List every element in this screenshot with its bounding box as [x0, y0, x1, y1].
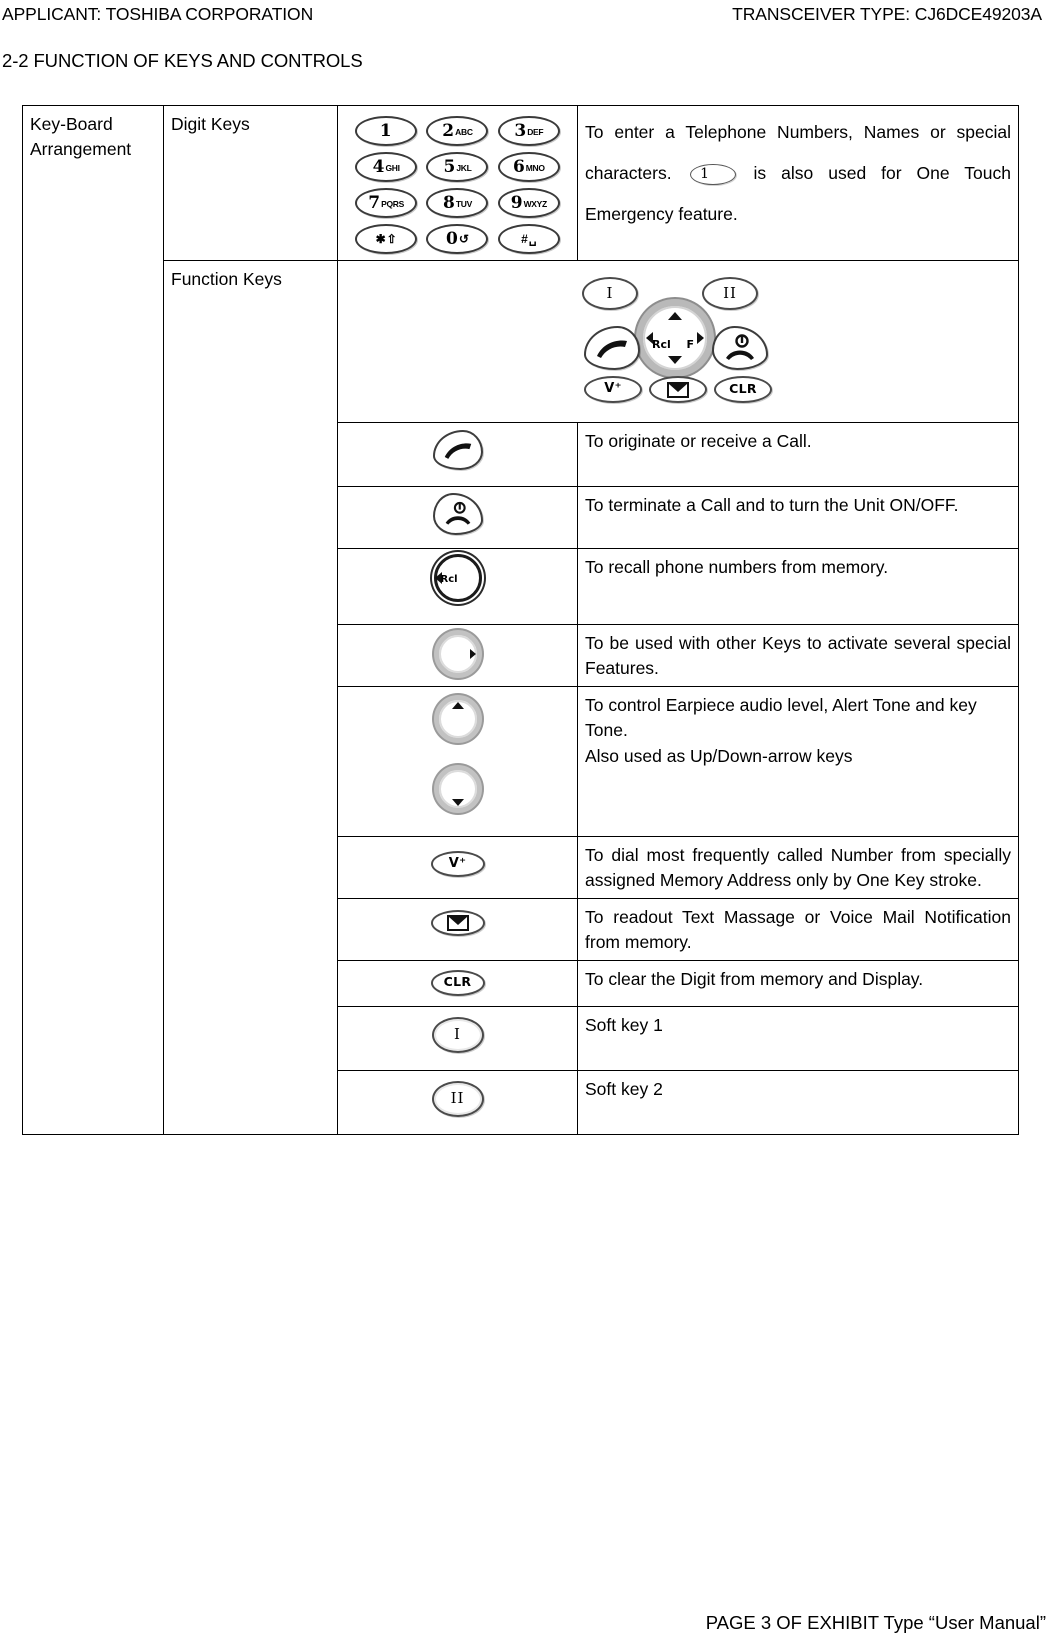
row-description: To terminate a Call and to turn the Unit…: [577, 486, 1019, 549]
table-row: Key-Board Arrangement Digit Keys 1 2 ABC…: [22, 105, 1019, 1135]
nav-right-arrow-icon: [469, 649, 476, 659]
function-keys-illustration: I II Rcl F V⁺ CLR: [337, 260, 1019, 423]
key-2-icon: 2 ABC: [426, 116, 489, 146]
key-8-icon: 8 TUV: [426, 188, 489, 218]
row-icon-function-key: [337, 624, 578, 687]
function-key-icon: [433, 630, 482, 678]
key-hash-icon: # ␣: [497, 224, 560, 254]
function-key-cluster: I II Rcl F V⁺ CLR: [578, 271, 778, 416]
key-6-icon: 6 MNO: [497, 152, 560, 182]
envelope-icon: [667, 381, 689, 398]
digit-keys-description: To enter a Telephone Numbers, Names or s…: [577, 105, 1019, 261]
row-description: To recall phone numbers from memory.: [577, 548, 1019, 625]
key-9-icon: 9 WXYZ: [497, 188, 560, 218]
send-key-icon: [432, 430, 483, 470]
soft-key-1-icon: I: [431, 1016, 484, 1053]
message-key-icon: [649, 376, 707, 403]
row-icon-message-key: [337, 897, 578, 961]
row-icon-send-key: [337, 422, 578, 487]
row-icon-voice-dial-key: V⁺: [337, 836, 578, 899]
nav-function-label: F: [686, 338, 694, 351]
key-3-icon: 3 DEF: [497, 116, 560, 146]
nav-down-arrow-icon: [668, 356, 682, 364]
row-icon-up-down-arrow-keys: [337, 686, 578, 837]
row-icon-recall-key: Rcl: [337, 548, 578, 625]
row-description: To originate or receive a Call.: [577, 422, 1019, 487]
soft-key-2-icon: II: [702, 277, 758, 310]
nav-down-arrow-icon: [451, 799, 464, 806]
row-icon-clear-key: CLR: [337, 959, 578, 1007]
nav-up-arrow-icon: [668, 312, 682, 320]
row-description: To control Earpiece audio level, Alert T…: [577, 686, 1019, 837]
nav-recall-label: Rcl: [652, 338, 671, 351]
applicant-text: APPLICANT: TOSHIBA CORPORATION: [2, 4, 314, 24]
row-description: To readout Text Massage or Voice Mail No…: [577, 897, 1019, 961]
recall-key-icon: Rcl: [433, 554, 482, 602]
keys-and-controls-table: Key-Board Arrangement Digit Keys 1 2 ABC…: [22, 105, 1019, 1135]
down-arrow-key-icon: [433, 765, 482, 813]
row-description: To be used with other Keys to activate s…: [577, 624, 1019, 687]
key-4-icon: 4 GHI: [355, 152, 418, 182]
clear-key-icon: CLR: [714, 376, 772, 403]
message-key-icon: [430, 909, 485, 936]
row-description: To dial most frequently called Number fr…: [577, 836, 1019, 899]
key-0-icon: 0 ↺: [426, 224, 489, 254]
category-cell: Key-Board Arrangement: [22, 105, 164, 1135]
row-description: Soft key 2: [577, 1069, 1019, 1135]
transceiver-type-text: TRANSCEIVER TYPE: CJ6DCE49203A: [732, 4, 1042, 24]
row-icon-end-power-key: [337, 486, 578, 549]
envelope-icon: [446, 914, 469, 931]
voice-dial-key-icon: V⁺: [584, 376, 642, 403]
navigation-ring-icon: Rcl F: [636, 299, 714, 377]
key-star-icon: ✱ ⇧: [355, 224, 418, 254]
end-power-key-icon: [712, 326, 768, 370]
key-5-icon: 5 JKL: [426, 152, 489, 182]
up-arrow-key-icon: [433, 695, 482, 743]
group-cell-digit-keys: Digit Keys: [163, 105, 338, 261]
row-icon-soft-key-2: II: [337, 1069, 578, 1135]
digit-keypad-illustration: 1 2 ABC 3 DEF 4 GHI 5 JKL 6 MNO 7 PQRS 8…: [337, 105, 578, 261]
voice-dial-key-icon: V⁺: [430, 851, 485, 877]
group-cell-function-keys: Function Keys: [163, 260, 338, 1135]
nav-right-arrow-icon: [697, 332, 704, 344]
row-description: To clear the Digit from memory and Displ…: [577, 959, 1019, 1007]
nav-up-arrow-icon: [451, 702, 464, 709]
soft-key-2-icon: II: [431, 1080, 484, 1117]
key-1-icon: 1: [355, 116, 418, 146]
key-7-icon: 7 PQRS: [355, 188, 418, 218]
send-key-icon: [584, 326, 640, 370]
section-title: 2-2 FUNCTION OF KEYS AND CONTROLS: [2, 50, 363, 71]
row-icon-soft-key-1: I: [337, 1005, 578, 1071]
table-row: Function Keys I II Rcl F V⁺ CLR: [23, 260, 1019, 1135]
clear-key-icon: CLR: [430, 969, 485, 996]
nav-recall-label: Rcl: [440, 574, 458, 585]
end-power-key-icon: [432, 493, 483, 535]
soft-key-1-icon: I: [582, 277, 638, 310]
keypad-grid: 1 2 ABC 3 DEF 4 GHI 5 JKL 6 MNO 7 PQRS 8…: [353, 116, 563, 254]
key-1-icon-inline: 1: [689, 164, 736, 185]
row-description: Soft key 1: [577, 1005, 1019, 1071]
page-header: APPLICANT: TOSHIBA CORPORATION TRANSCEIV…: [0, 0, 1060, 25]
